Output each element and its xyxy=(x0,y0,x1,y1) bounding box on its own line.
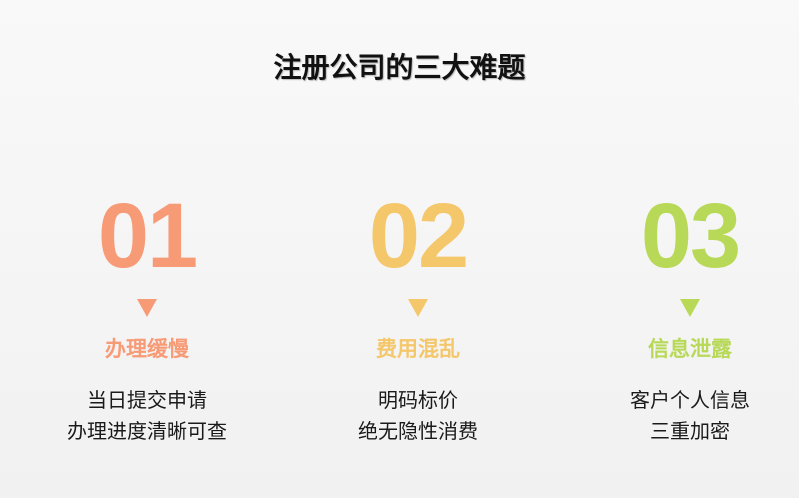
problem-number-1: 01 xyxy=(97,185,198,287)
problem-number-3: 03 xyxy=(640,185,741,287)
problem-description-1: 当日提交申请 办理进度清晰可查 xyxy=(22,385,272,447)
problem-description-line: 办理进度清晰可查 xyxy=(67,419,227,443)
problem-card-1: 01 办理缓慢 当日提交申请 办理进度清晰可查 xyxy=(22,186,272,447)
triangle-down-icon xyxy=(680,299,700,317)
problem-heading-2: 费用混乱 xyxy=(376,337,460,361)
triangle-down-icon xyxy=(408,299,428,317)
problem-heading-3: 信息泄露 xyxy=(648,337,732,361)
problem-description-line: 客户个人信息 xyxy=(630,388,750,412)
page-title: 注册公司的三大难题 xyxy=(273,51,526,84)
problem-card-2: 02 费用混乱 明码标价 绝无隐性消费 xyxy=(293,186,543,447)
problem-number-2: 02 xyxy=(368,185,469,287)
problem-card-3: 03 信息泄露 客户个人信息 三重加密 xyxy=(565,186,799,447)
triangle-down-icon xyxy=(137,299,157,317)
problem-description-line: 明码标价 xyxy=(378,388,458,412)
problem-description-line: 三重加密 xyxy=(650,419,730,443)
problem-description-line: 当日提交申请 xyxy=(87,388,207,412)
problem-heading-1: 办理缓慢 xyxy=(105,337,189,361)
problem-description-3: 客户个人信息 三重加密 xyxy=(565,385,799,447)
problem-description-line: 绝无隐性消费 xyxy=(358,419,478,443)
problem-description-2: 明码标价 绝无隐性消费 xyxy=(293,385,543,447)
